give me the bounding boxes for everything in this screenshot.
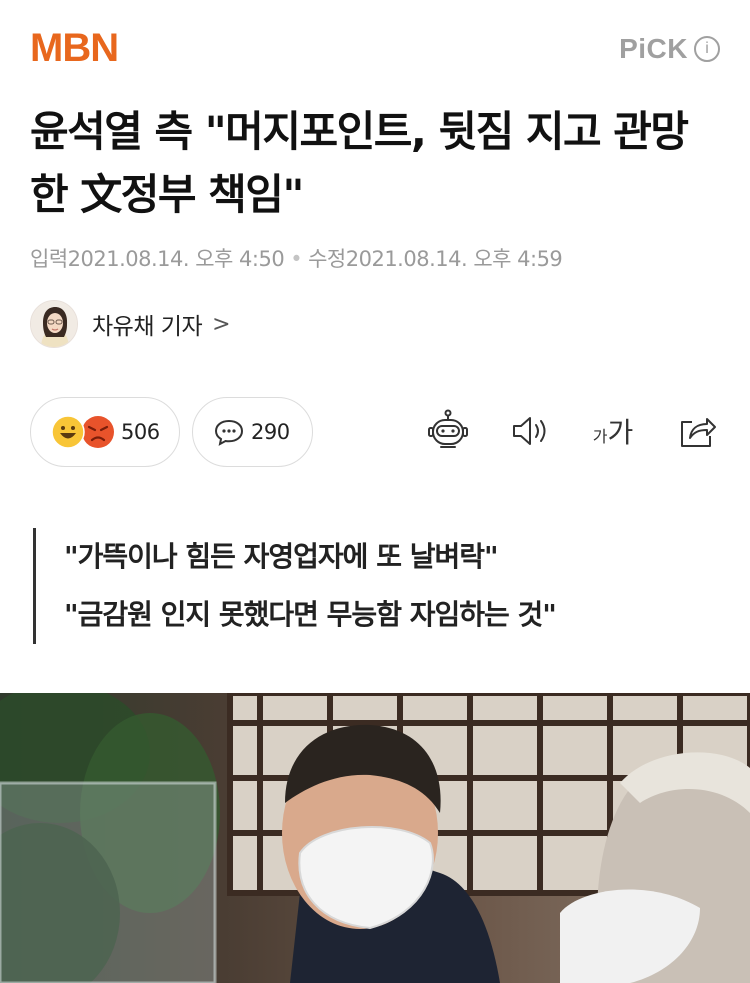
- info-icon[interactable]: i: [694, 36, 720, 62]
- angry-emoji-icon: [82, 416, 114, 448]
- font-size-small-label: 가: [592, 427, 608, 446]
- article-dates: 입력2021.08.14. 오후 4:50 • 수정2021.08.14. 오후 4…: [30, 243, 563, 273]
- pick-badge[interactable]: PiCK i: [619, 33, 720, 65]
- share-icon: [681, 418, 716, 447]
- reporter-name: 차유채 기자: [92, 314, 203, 340]
- input-date-label: 입력: [30, 247, 68, 271]
- font-size-button[interactable]: 가가: [589, 407, 637, 455]
- input-date-value: 2021.08.14. 오후 4:50: [67, 247, 285, 271]
- comment-button[interactable]: 290: [192, 397, 313, 467]
- article-photo: [0, 693, 750, 983]
- pick-label: PiCK: [619, 33, 688, 64]
- article-headline: 윤석열 측 "머지포인트, 뒷짐 지고 관망한 文정부 책임": [30, 107, 689, 219]
- summary-line: "금감원 인지 못했다면 무능함 자임하는 것": [64, 598, 557, 631]
- article-summary: "가뜩이나 힘든 자영업자에 또 날벼락" "금감원 인지 못했다면 무능함 자…: [33, 528, 557, 644]
- modified-date-value: 2021.08.14. 오후 4:59: [345, 247, 563, 271]
- laughing-emoji-icon: [51, 415, 85, 449]
- comment-count: 290: [251, 420, 290, 444]
- speaker-icon: [513, 417, 546, 445]
- share-button[interactable]: [674, 407, 720, 455]
- app-header: MBN PiCK i: [0, 0, 750, 96]
- reaction-emojis: [51, 415, 115, 449]
- reporter-link[interactable]: 차유채 기자 >: [30, 300, 231, 348]
- reaction-button[interactable]: 506: [30, 397, 180, 467]
- summary-line: "가뜩이나 힘든 자영업자에 또 날벼락": [64, 540, 499, 573]
- robot-icon: [428, 409, 468, 448]
- modified-date-label: 수정: [308, 247, 346, 271]
- mbn-logo[interactable]: MBN: [30, 26, 119, 70]
- reporter-avatar: [30, 300, 78, 348]
- speech-bubble-icon: [214, 419, 244, 446]
- audio-button[interactable]: [507, 407, 553, 455]
- font-size-large-label: 가: [607, 416, 634, 449]
- tts-button[interactable]: [425, 407, 471, 455]
- reaction-count: 506: [121, 420, 160, 444]
- date-separator: •: [290, 247, 303, 271]
- chevron-right-icon: >: [212, 311, 231, 337]
